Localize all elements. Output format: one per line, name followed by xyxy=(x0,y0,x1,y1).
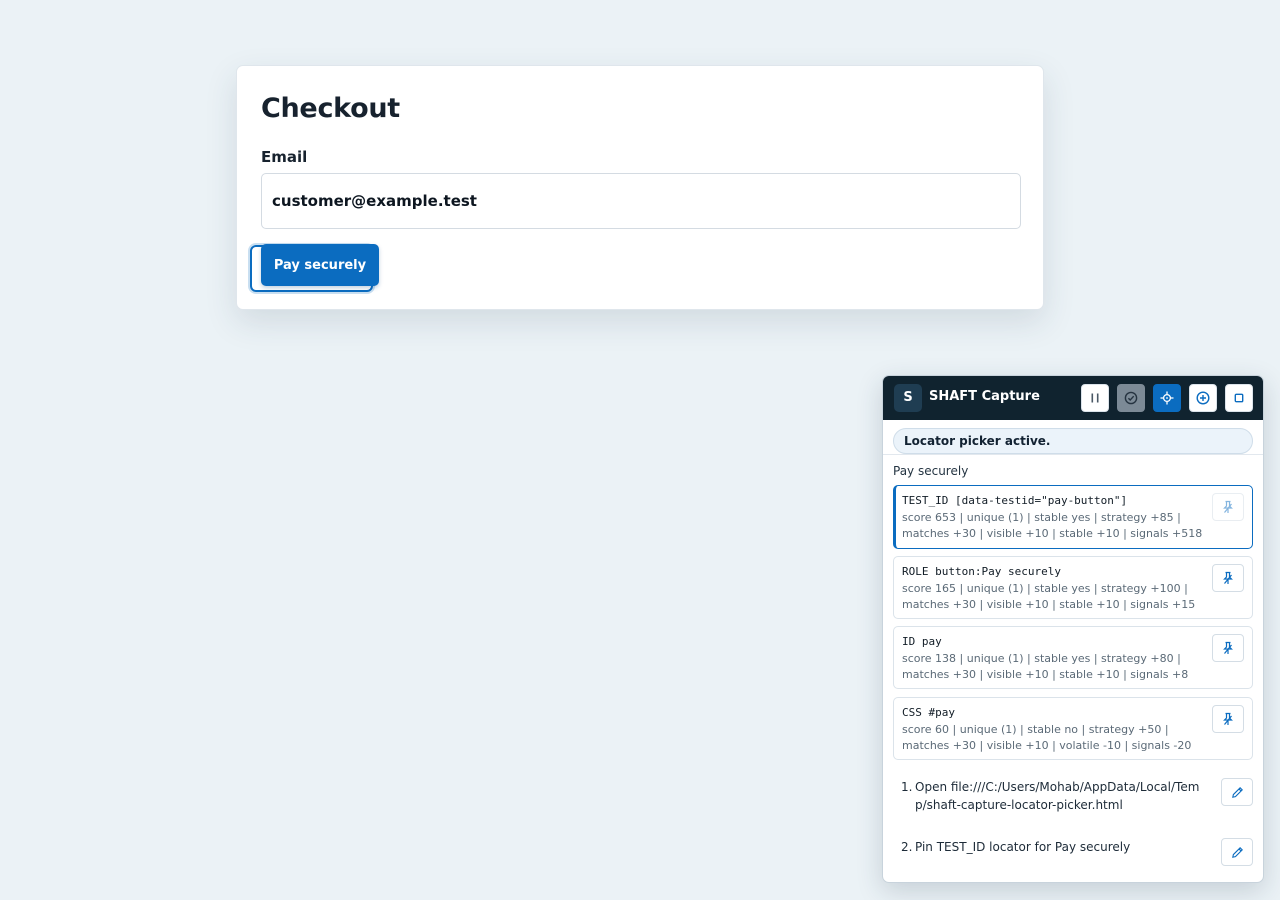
target-element-label: Pay securely xyxy=(893,464,969,478)
locator-score: score 138 | unique (1) | stable yes | st… xyxy=(902,652,1189,681)
locator-title: CSS #pay xyxy=(902,706,955,719)
locator-candidate[interactable]: ID pay score 138 | unique (1) | stable y… xyxy=(893,626,1253,689)
locator-title: ID pay xyxy=(902,635,942,648)
step-text: Open file:///C:/Users/Mohab/AppData/Loca… xyxy=(915,780,1200,812)
add-icon xyxy=(1196,391,1210,405)
panel-title: SHAFT Capture xyxy=(929,389,1040,404)
locator-candidate[interactable]: CSS #pay score 60 | unique (1) | stable … xyxy=(893,697,1253,760)
add-step-button[interactable] xyxy=(1189,384,1217,412)
locator-title: ROLE button:Pay securely xyxy=(902,565,1061,578)
pencil-icon xyxy=(1231,786,1243,798)
locator-score: score 653 | unique (1) | stable yes | st… xyxy=(902,511,1203,540)
pin-button[interactable] xyxy=(1212,493,1244,521)
status-badge: Locator picker active. xyxy=(893,428,1253,454)
panel-header: S SHAFT Capture xyxy=(883,376,1263,420)
stop-icon xyxy=(1234,393,1244,403)
step-text: Pin TEST_ID locator for Pay securely xyxy=(915,840,1131,854)
locator-picker-button[interactable] xyxy=(1153,384,1181,412)
locator-candidate[interactable]: ROLE button:Pay securely score 165 | uni… xyxy=(893,556,1253,619)
pin-button[interactable] xyxy=(1212,634,1244,662)
verify-button[interactable] xyxy=(1117,384,1145,412)
email-label: Email xyxy=(261,148,308,166)
pin-button[interactable] xyxy=(1212,564,1244,592)
app-logo: S xyxy=(894,384,922,412)
pencil-icon xyxy=(1231,846,1243,858)
pay-securely-button[interactable]: Pay securely xyxy=(261,244,379,286)
edit-step-button[interactable] xyxy=(1221,838,1253,866)
divider xyxy=(883,454,1263,455)
stop-button[interactable] xyxy=(1225,384,1253,412)
crosshair-icon xyxy=(1160,391,1174,405)
page-title: Checkout xyxy=(261,93,400,124)
checkout-card: Checkout Email Pay securely xyxy=(236,65,1044,310)
locator-score: score 60 | unique (1) | stable no | stra… xyxy=(902,723,1192,752)
email-field[interactable] xyxy=(261,173,1021,229)
capture-panel: S SHAFT Capture Locator picker active. P… xyxy=(882,375,1264,883)
pin-icon xyxy=(1223,500,1233,513)
verify-icon xyxy=(1124,391,1138,405)
step-number: 1. xyxy=(901,780,913,794)
step-number: 2. xyxy=(901,840,913,854)
edit-step-button[interactable] xyxy=(1221,778,1253,806)
locator-candidate[interactable]: TEST_ID [data-testid="pay-button"] score… xyxy=(893,485,1253,549)
locator-title: TEST_ID [data-testid="pay-button"] xyxy=(902,494,1128,507)
pin-icon xyxy=(1223,641,1233,654)
pause-button[interactable] xyxy=(1081,384,1109,412)
pin-icon xyxy=(1223,571,1233,584)
locator-score: score 165 | unique (1) | stable yes | st… xyxy=(902,582,1196,611)
pin-button[interactable] xyxy=(1212,705,1244,733)
pause-icon xyxy=(1091,393,1099,403)
pin-icon xyxy=(1223,712,1233,725)
